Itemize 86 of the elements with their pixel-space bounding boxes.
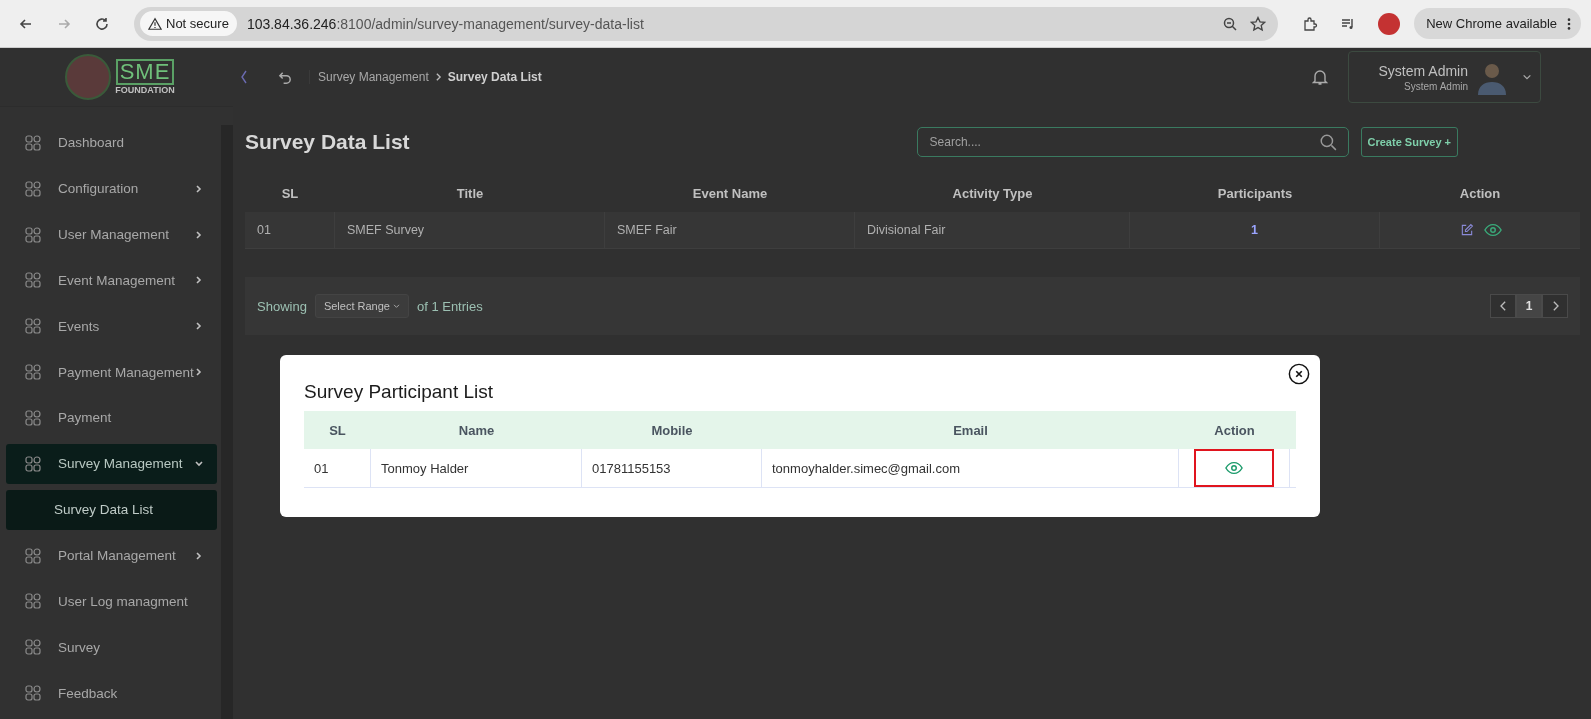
menu-icon [24,317,42,336]
menu-icon [24,225,42,244]
user-menu[interactable]: System Admin System Admin [1347,51,1541,103]
table-cell: 01781155153 [582,449,762,487]
search-icon [1318,133,1337,151]
column-header: Activity Type [951,185,1034,201]
menu-icon [24,454,42,473]
table-cell: Divisional Fair [855,212,1130,248]
eye-icon [1225,461,1243,475]
menu-icon [24,546,42,565]
menu-icon [24,638,42,657]
zoom-icon[interactable] [1222,15,1239,32]
column-header: Name [457,422,496,438]
showing-label: Showing [257,298,307,314]
menu-icon [24,271,42,290]
column-header: SL [328,422,347,438]
column-header: Event Name [691,185,769,201]
table-cell: tonmoyhalder.simec@gmail.com [762,449,1179,487]
close-icon[interactable] [1288,363,1310,385]
sidebar-item[interactable]: Survey Management [6,443,218,484]
search-field[interactable]: Search.... [916,127,1349,157]
menu-icon [24,409,42,427]
column-header: Title [455,185,485,201]
menu-icon [24,179,42,198]
eye-icon[interactable] [1484,223,1502,237]
column-header: Mobile [650,422,694,438]
chevron-left-icon[interactable] [240,69,248,85]
logo-wordmark: SME [115,59,175,85]
chevron-right-icon [1551,301,1559,311]
table-cell: SMEF Survey [335,212,605,248]
page-title: Survey Data List [245,130,411,154]
sidebar-item[interactable]: Payment [6,398,218,438]
user-role: System Admin [1404,80,1468,92]
sidebar-item[interactable]: Events [6,306,218,347]
menu-icon [24,592,42,611]
create-survey-button[interactable]: Create Survey + [1360,127,1458,157]
warning-icon [148,16,162,31]
security-chip[interactable]: Not secure [140,11,237,36]
dialog-title: Survey Participant List [304,381,495,403]
table-cell: Tonmoy Halder [371,449,582,487]
emblem-icon [65,54,112,100]
reload-icon[interactable] [94,15,110,32]
table-cell: 01 [304,449,371,487]
column-header: SL [280,185,300,201]
sidebar-item[interactable]: Feedback [6,673,218,713]
profile-avatar[interactable] [1378,12,1401,35]
chevron-left-icon [1499,301,1507,311]
table-cell: SMEF Fair [605,212,855,248]
sidebar-item[interactable]: Survey [6,627,218,668]
user-name: System Admin [1378,62,1468,79]
chevron-down-icon [392,303,400,309]
chevron-down-icon [1522,73,1532,81]
page-button[interactable]: 1 [1516,294,1542,318]
breadcrumb-link[interactable]: Survey Management [318,70,429,84]
participants-link[interactable]: 1 [1130,212,1380,248]
entries-label: of 1 Entries [416,298,483,314]
sidebar-item[interactable]: Event Management [6,260,218,301]
column-header: Action [1213,422,1256,438]
more-icon [1567,16,1571,31]
address-bar[interactable]: Not secure 103.84.36.246:8100/admin/survey-management/survey-data-list [134,6,1279,41]
star-icon[interactable] [1250,15,1267,32]
sidebar-item[interactable]: Configuration [6,168,218,209]
chevron-right-icon [434,72,442,82]
menu-icon [24,363,42,382]
puzzle-icon[interactable] [1302,15,1319,32]
sidebar-item[interactable]: Portal Management [6,535,218,576]
sidebar-item[interactable]: Dashboard [6,123,218,163]
table-cell: 01 [245,212,335,248]
breadcrumb-current: Survey Data List [447,70,542,84]
range-select[interactable]: Select Range [314,294,409,318]
menu-icon [24,133,42,152]
column-header: Action [1458,185,1502,201]
view-button[interactable] [1194,449,1274,487]
previous-page-button[interactable] [1490,294,1516,318]
next-page-button[interactable] [1542,294,1568,318]
logo-tagline: FOUNDATION [115,85,175,95]
sidebar-item[interactable]: Payment Management [6,352,218,393]
sidebar-item[interactable]: User Management [6,214,218,255]
menu-icon [24,684,42,703]
url-text: 103.84.36.246:8100/admin/survey-management/survey-data-list [246,15,645,32]
column-header: Participants [1216,185,1294,201]
sidebar-subitem[interactable]: Survey Data List [6,489,218,530]
column-header: Email [952,422,989,438]
bell-icon[interactable] [1311,68,1328,86]
update-button[interactable]: New Chrome available [1414,8,1581,39]
sidebar-item[interactable]: User Log managment [6,581,218,622]
